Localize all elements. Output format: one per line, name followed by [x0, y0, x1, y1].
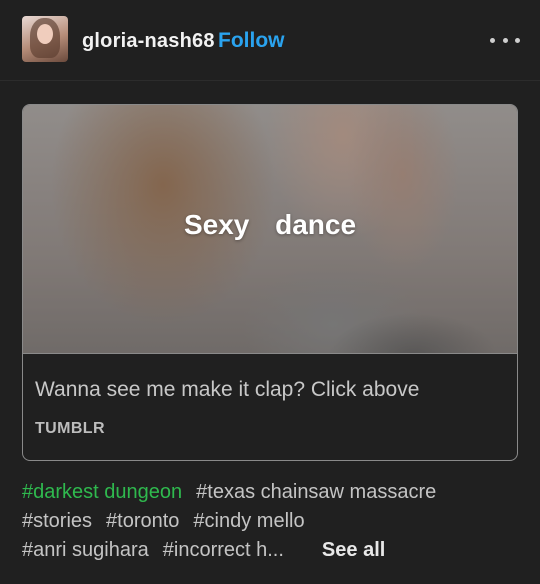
link-card[interactable]: Sexy dance Wanna see me make it clap? Cl…	[22, 104, 518, 461]
tag[interactable]: #anri sugihara	[22, 536, 149, 565]
dot	[490, 37, 495, 43]
avatar-face	[37, 24, 53, 44]
tag[interactable]: #texas chainsaw massacre	[196, 478, 436, 507]
tag[interactable]: #stories	[22, 507, 92, 536]
thumbnail-title: Sexy dance	[183, 209, 357, 240]
avatar[interactable]	[22, 16, 68, 62]
link-description: Wanna see me make it clap? Click above	[35, 378, 420, 401]
see-all-link[interactable]: See all	[322, 536, 385, 565]
username[interactable]: gloria-nash68	[82, 30, 215, 53]
link-source: TUMBLR	[35, 420, 105, 437]
tag[interactable]: #darkest dungeon	[22, 478, 182, 507]
tag[interactable]: #incorrect h...	[163, 536, 284, 565]
link-card-body[interactable]: Wanna see me make it clap? Click above T…	[23, 353, 517, 460]
follow-button[interactable]: Follow	[218, 29, 285, 53]
tag-list: #darkest dungeon #texas chainsaw massacre…	[22, 478, 532, 565]
more-dots-icon[interactable]	[490, 30, 520, 50]
dot	[515, 37, 520, 43]
link-thumbnail[interactable]: Sexy dance	[23, 105, 517, 353]
post-header: gloria-nash68 Follow	[0, 0, 540, 81]
tag[interactable]: #toronto	[106, 507, 179, 536]
tag[interactable]: #cindy mello	[193, 507, 304, 536]
dot	[502, 37, 508, 43]
